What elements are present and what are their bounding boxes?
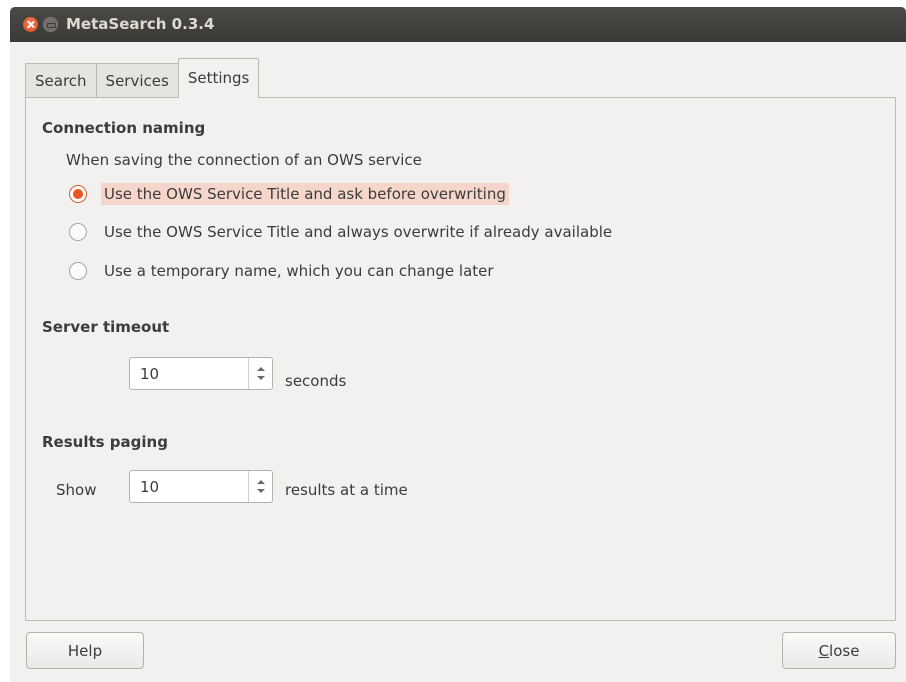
close-button-label: Close (819, 642, 860, 660)
decrement-arrow-icon[interactable] (257, 376, 265, 380)
timeout-spinbox[interactable] (129, 357, 273, 390)
results-input[interactable] (130, 471, 248, 502)
close-window-icon[interactable] (23, 17, 38, 32)
results-paging-heading: Results paging (42, 433, 168, 451)
results-spinbox[interactable] (129, 470, 273, 503)
results-show-label: Show (56, 481, 97, 499)
timeout-input[interactable] (130, 358, 248, 389)
help-button-label: Help (67, 641, 103, 660)
timeout-stepper[interactable] (248, 358, 272, 389)
connection-naming-heading: Connection naming (42, 119, 206, 137)
radio-temporary-name[interactable]: Use a temporary name, which you can chan… (69, 258, 497, 284)
window-title: MetaSearch 0.3.4 (66, 15, 215, 33)
metasearch-window: MetaSearch 0.3.4 Search Services Setting… (10, 7, 906, 682)
decrement-arrow-icon[interactable] (257, 489, 265, 493)
radio-button[interactable] (69, 223, 87, 241)
radio-label: Use the OWS Service Title and ask before… (101, 183, 509, 205)
close-mnemonic: C (818, 641, 830, 660)
increment-arrow-icon[interactable] (257, 480, 265, 484)
radio-label: Use a temporary name, which you can chan… (104, 262, 494, 280)
tab-settings[interactable]: Settings (177, 58, 260, 98)
results-stepper[interactable] (248, 471, 272, 502)
timeout-unit-label: seconds (285, 372, 347, 390)
increment-arrow-icon[interactable] (257, 367, 265, 371)
close-button[interactable]: Close (782, 632, 896, 669)
title-bar: MetaSearch 0.3.4 (10, 7, 906, 42)
connection-naming-description: When saving the connection of an OWS ser… (66, 151, 422, 169)
radio-ask-before-overwriting[interactable]: Use the OWS Service Title and ask before… (69, 181, 509, 207)
minimize-window-icon[interactable] (43, 17, 58, 32)
close-label-rest: lose (829, 641, 860, 660)
help-button[interactable]: Help (26, 632, 144, 669)
radio-always-overwrite[interactable]: Use the OWS Service Title and always ove… (69, 219, 615, 245)
server-timeout-heading: Server timeout (42, 318, 170, 336)
settings-panel: Connection naming When saving the connec… (25, 97, 896, 621)
tab-search[interactable]: Search (25, 63, 97, 98)
results-suffix-label: results at a time (285, 481, 408, 499)
radio-button[interactable] (69, 262, 87, 280)
tab-bar: Search Services Settings (25, 58, 260, 98)
tab-services[interactable]: Services (95, 63, 179, 98)
radio-button-checked[interactable] (69, 185, 87, 203)
radio-label: Use the OWS Service Title and always ove… (104, 223, 613, 241)
